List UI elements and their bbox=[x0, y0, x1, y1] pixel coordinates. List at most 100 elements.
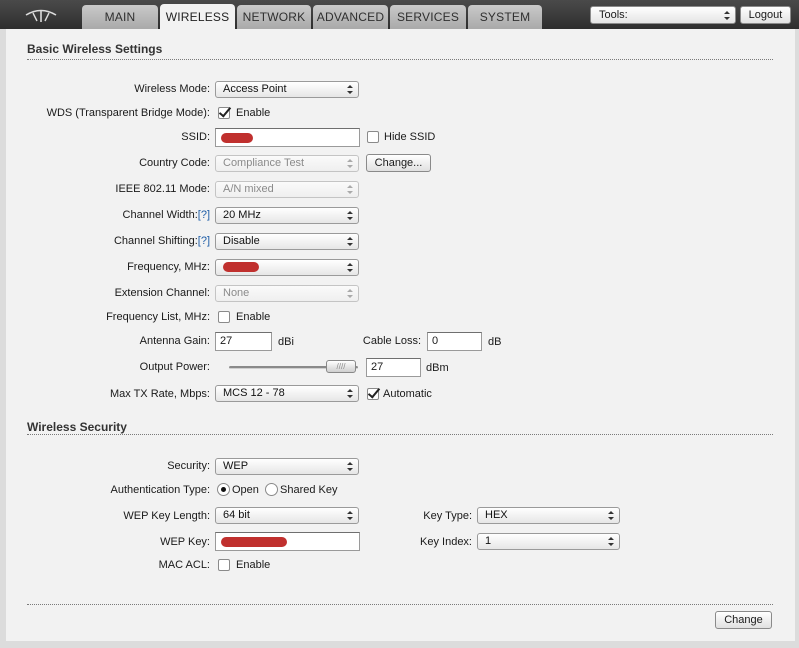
tab-wireless[interactable]: WIRELESS bbox=[160, 4, 235, 29]
cable-loss-unit: dB bbox=[488, 336, 502, 348]
key-index-label: Key Index: bbox=[420, 536, 472, 548]
footer-divider bbox=[27, 604, 773, 605]
cable-loss-label: Cable Loss: bbox=[362, 335, 421, 347]
ieee-mode-select[interactable]: A/N mixed bbox=[215, 181, 359, 198]
ubiquiti-logo-icon[interactable] bbox=[22, 6, 60, 24]
hide-ssid-checkbox[interactable] bbox=[367, 131, 379, 143]
wep-key-label: WEP Key: bbox=[160, 536, 210, 548]
bottom-strip bbox=[0, 641, 799, 648]
channel-width-select[interactable]: 20 MHz bbox=[215, 207, 359, 224]
logout-button[interactable]: Logout bbox=[740, 6, 791, 24]
updown-arrow-icon bbox=[608, 537, 614, 546]
channel-width-label: Channel Width: bbox=[122, 209, 198, 221]
country-code-select[interactable]: Compliance Test bbox=[215, 155, 359, 172]
updown-arrow-icon bbox=[347, 159, 353, 168]
channel-shifting-value: Disable bbox=[223, 235, 260, 247]
output-power-input[interactable]: 27 bbox=[366, 358, 421, 377]
ssid-input[interactable] bbox=[215, 128, 360, 147]
country-code-label: Country Code: bbox=[139, 157, 210, 169]
channel-width-label-group: Channel Width:[?] bbox=[123, 209, 210, 221]
wds-enable-checkbox[interactable] bbox=[218, 107, 230, 119]
wireless-mode-value: Access Point bbox=[223, 83, 287, 95]
redacted-wep-key bbox=[221, 537, 287, 547]
redacted-ssid bbox=[221, 133, 253, 143]
updown-arrow-icon bbox=[347, 289, 353, 298]
auth-shared-key-radio[interactable] bbox=[265, 483, 278, 496]
output-power-slider-handle[interactable]: //// bbox=[326, 360, 356, 373]
key-index-value: 1 bbox=[485, 535, 492, 547]
wds-label: WDS (Transparent Bridge Mode): bbox=[46, 107, 210, 119]
antenna-gain-unit: dBi bbox=[278, 336, 294, 348]
wep-key-length-label: WEP Key Length: bbox=[123, 510, 210, 522]
auth-type-label: Authentication Type: bbox=[110, 484, 210, 496]
max-tx-rate-value: MCS 12 - 78 bbox=[223, 387, 285, 399]
channel-shifting-help-link[interactable]: [?] bbox=[198, 235, 210, 247]
key-index-select[interactable]: 1 bbox=[477, 533, 620, 550]
channel-width-help-link[interactable]: [?] bbox=[198, 209, 210, 221]
antenna-gain-input[interactable]: 27 bbox=[215, 332, 272, 351]
ieee-mode-value: A/N mixed bbox=[223, 183, 274, 195]
key-type-label: Key Type: bbox=[423, 510, 472, 522]
updown-arrow-icon bbox=[347, 85, 353, 94]
security-select[interactable]: WEP bbox=[215, 458, 359, 475]
wds-enable-label: Enable bbox=[236, 107, 271, 119]
tools-dropdown[interactable]: Tools: bbox=[590, 6, 736, 24]
automatic-label: Automatic bbox=[383, 388, 432, 400]
security-label: Security: bbox=[167, 460, 210, 472]
automatic-checkbox[interactable] bbox=[367, 388, 379, 400]
extension-channel-label: Extension Channel: bbox=[114, 287, 210, 299]
mac-acl-enable-checkbox[interactable] bbox=[218, 559, 230, 571]
wep-key-input[interactable] bbox=[215, 532, 360, 551]
extension-channel-value: None bbox=[223, 287, 250, 299]
security-value: WEP bbox=[223, 460, 249, 472]
tab-network[interactable]: NETWORK bbox=[237, 5, 311, 29]
tools-dropdown-label: Tools: bbox=[599, 9, 628, 21]
tab-system[interactable]: SYSTEM bbox=[468, 5, 542, 29]
max-tx-rate-select[interactable]: MCS 12 - 78 bbox=[215, 385, 359, 402]
section-divider bbox=[27, 59, 773, 60]
redacted-frequency bbox=[223, 262, 259, 272]
tab-advanced[interactable]: ADVANCED bbox=[313, 5, 388, 29]
channel-width-value: 20 MHz bbox=[223, 209, 261, 221]
change-country-button[interactable]: Change... bbox=[366, 154, 431, 172]
output-power-unit: dBm bbox=[426, 362, 449, 374]
channel-shifting-select[interactable]: Disable bbox=[215, 233, 359, 250]
channel-shifting-label-group: Channel Shifting:[?] bbox=[114, 235, 210, 247]
frequency-select[interactable] bbox=[215, 259, 359, 276]
max-tx-rate-label: Max TX Rate, Mbps: bbox=[109, 388, 210, 400]
hide-ssid-label: Hide SSID bbox=[384, 131, 436, 143]
updown-arrow-icon bbox=[347, 462, 353, 471]
change-button[interactable]: Change bbox=[715, 611, 772, 629]
wireless-security-title: Wireless Security bbox=[27, 420, 127, 434]
updown-arrow-icon bbox=[347, 511, 353, 520]
frequency-list-enable-label: Enable bbox=[236, 311, 271, 323]
mac-acl-enable-label: Enable bbox=[236, 559, 271, 571]
wireless-mode-select[interactable]: Access Point bbox=[215, 81, 359, 98]
updown-arrow-icon bbox=[347, 185, 353, 194]
frequency-list-enable-checkbox[interactable] bbox=[218, 311, 230, 323]
frequency-label: Frequency, MHz: bbox=[127, 261, 210, 273]
tab-main[interactable]: MAIN bbox=[82, 5, 158, 29]
wireless-mode-label: Wireless Mode: bbox=[134, 83, 210, 95]
tab-services[interactable]: SERVICES bbox=[390, 5, 466, 29]
output-power-label: Output Power: bbox=[139, 361, 210, 373]
mac-acl-label: MAC ACL: bbox=[158, 559, 210, 571]
key-type-value: HEX bbox=[485, 509, 508, 521]
basic-wireless-settings-title: Basic Wireless Settings bbox=[27, 42, 163, 56]
updown-arrow-icon bbox=[608, 511, 614, 520]
channel-shifting-label: Channel Shifting: bbox=[113, 235, 198, 247]
auth-open-radio[interactable] bbox=[217, 483, 230, 496]
wep-key-length-select[interactable]: 64 bit bbox=[215, 507, 359, 524]
top-navigation-bar: MAIN WIRELESS NETWORK ADVANCED SERVICES … bbox=[0, 0, 799, 29]
cable-loss-input[interactable]: 0 bbox=[427, 332, 482, 351]
updown-arrow-icon bbox=[347, 211, 353, 220]
updown-arrow-icon bbox=[347, 237, 353, 246]
auth-shared-key-label: Shared Key bbox=[280, 484, 338, 496]
frequency-list-label: Frequency List, MHz: bbox=[106, 311, 210, 323]
updown-arrow-icon bbox=[347, 389, 353, 398]
extension-channel-select[interactable]: None bbox=[215, 285, 359, 302]
section-divider bbox=[27, 434, 773, 435]
updown-arrow-icon bbox=[724, 11, 730, 20]
key-type-select[interactable]: HEX bbox=[477, 507, 620, 524]
wep-key-length-value: 64 bit bbox=[223, 509, 250, 521]
